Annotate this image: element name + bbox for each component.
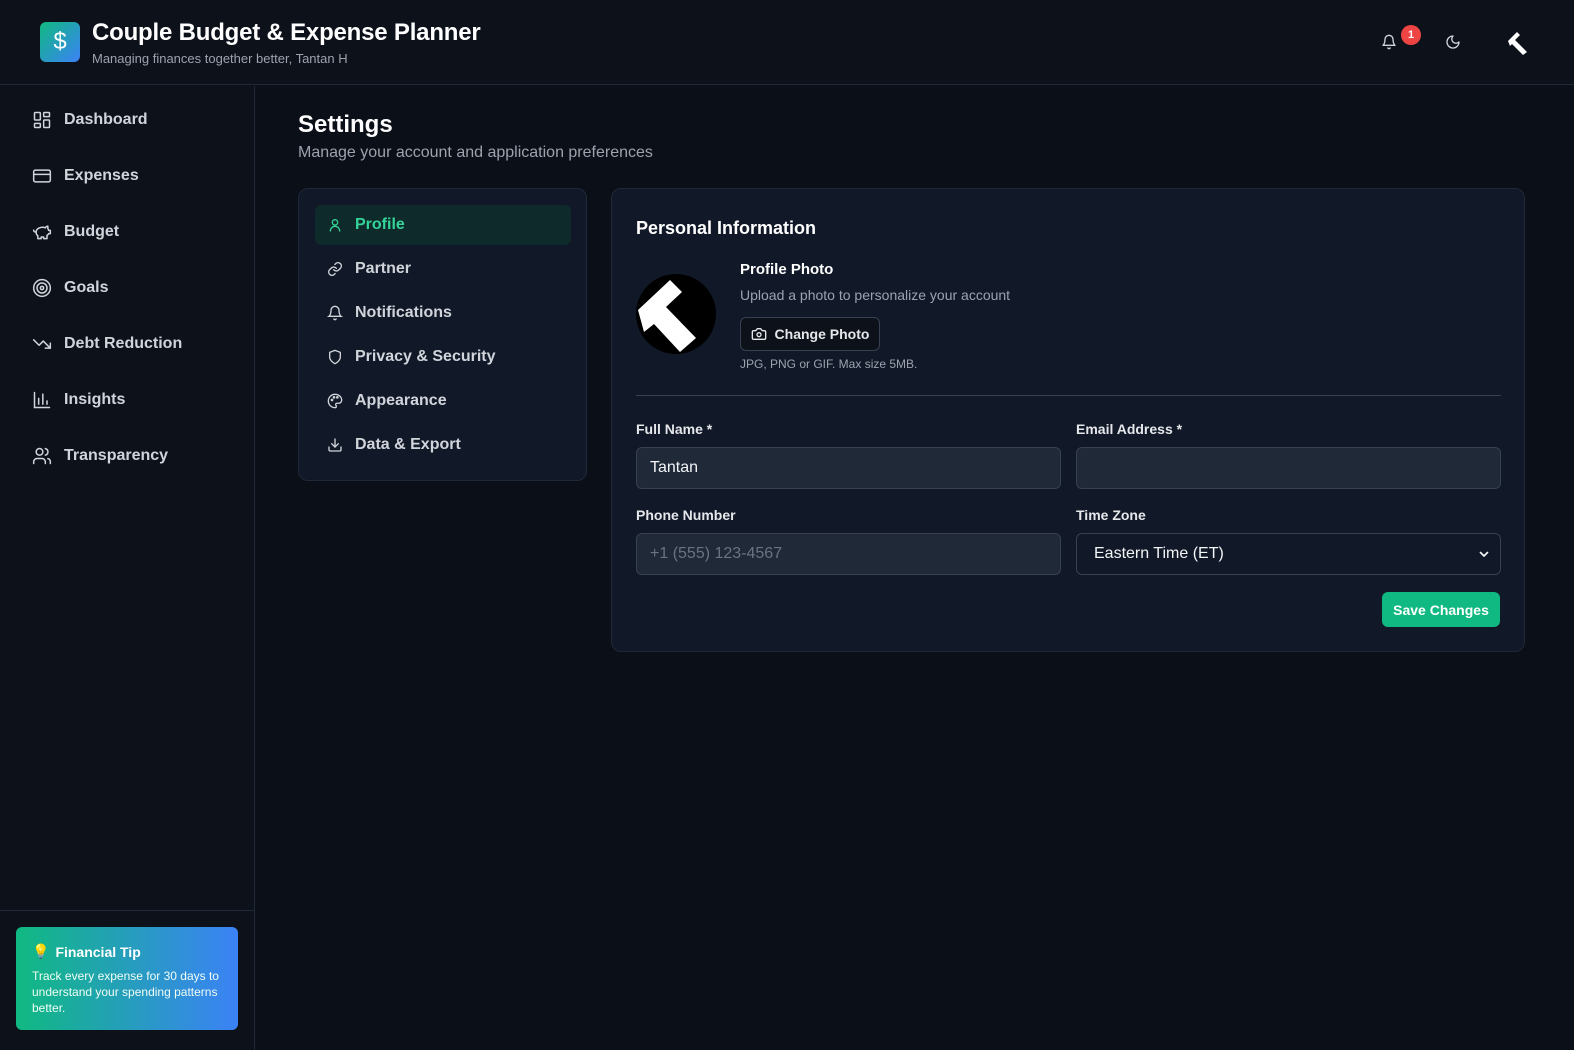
- tab-label: Appearance: [355, 392, 447, 409]
- page-subtitle: Manage your account and application pref…: [298, 144, 653, 161]
- users-icon: [32, 447, 52, 465]
- user-avatar[interactable]: [1505, 29, 1531, 55]
- notification-badge: 1: [1401, 25, 1421, 45]
- chevron-down-icon: [1479, 551, 1489, 557]
- save-changes-button[interactable]: Save Changes: [1382, 592, 1500, 627]
- palette-icon: [327, 393, 343, 409]
- photo-title: Profile Photo: [740, 261, 834, 278]
- app-subtitle: Managing finances together better, Tanta…: [92, 51, 348, 66]
- page-title: Settings: [298, 111, 393, 138]
- email-label: Email Address *: [1076, 421, 1183, 437]
- section-divider: [636, 395, 1501, 396]
- sidebar-divider: [0, 910, 254, 911]
- tab-appearance[interactable]: Appearance: [315, 381, 571, 421]
- moon-icon[interactable]: [1441, 30, 1465, 54]
- tab-label: Privacy & Security: [355, 348, 496, 365]
- user-icon: [329, 219, 341, 232]
- app-header: $ Couple Budget & Expense Planner Managi…: [0, 0, 1574, 85]
- tab-label: Partner: [355, 260, 412, 277]
- lightbulb-icon: 💡: [32, 943, 50, 959]
- trending-down-icon: [32, 339, 52, 349]
- download-icon: [328, 438, 342, 452]
- shield-icon: [329, 349, 341, 365]
- financial-tip-card: 💡 Financial Tip Track every expense for …: [16, 927, 238, 1030]
- sidebar-item-label: Debt Reduction: [64, 335, 183, 352]
- phone-field[interactable]: +1 (555) 123-4567: [636, 533, 1061, 575]
- change-photo-button[interactable]: Change Photo: [740, 317, 880, 351]
- sidebar-item-label: Budget: [64, 223, 120, 240]
- camera-icon: [751, 328, 766, 340]
- tab-privacy-security[interactable]: Privacy & Security: [315, 337, 571, 377]
- timezone-select[interactable]: Eastern Time (ET): [1076, 533, 1501, 575]
- sidebar-item-label: Transparency: [64, 447, 169, 464]
- sidebar-item-budget[interactable]: Budget: [32, 220, 119, 244]
- bell-icon[interactable]: [1377, 30, 1401, 54]
- tab-label: Notifications: [355, 304, 452, 321]
- sidebar: Dashboard Expenses Budget Goals Debt Red…: [0, 86, 255, 1050]
- tip-text: Track every expense for 30 days to under…: [32, 969, 219, 1015]
- email-field[interactable]: [1076, 447, 1501, 489]
- tab-data-export[interactable]: Data & Export: [315, 425, 571, 465]
- timezone-label: Time Zone: [1076, 507, 1146, 523]
- bell-icon: [327, 305, 343, 321]
- sidebar-item-label: Dashboard: [64, 111, 148, 128]
- credit-card-icon: [32, 169, 52, 183]
- sidebar-item-dashboard[interactable]: Dashboard: [32, 108, 148, 132]
- phone-label: Phone Number: [636, 507, 736, 523]
- logo-symbol: $: [53, 28, 67, 55]
- profile-panel: Personal Information Profile Photo Uploa…: [611, 188, 1525, 652]
- full-name-field[interactable]: Tantan: [636, 447, 1061, 489]
- app-title: Couple Budget & Expense Planner: [92, 19, 481, 46]
- sidebar-item-label: Expenses: [64, 167, 139, 184]
- dashboard-icon: [33, 111, 51, 129]
- full-name-label: Full Name *: [636, 421, 713, 437]
- tab-notifications[interactable]: Notifications: [315, 293, 571, 333]
- timezone-value: Eastern Time (ET): [1094, 545, 1224, 562]
- piggy-bank-icon: [32, 225, 52, 240]
- settings-nav: Profile Partner Notifications Privacy & …: [298, 188, 587, 481]
- tip-title-row: 💡 Financial Tip: [32, 943, 222, 960]
- tab-partner[interactable]: Partner: [315, 249, 571, 289]
- tab-label: Data & Export: [355, 436, 461, 453]
- tip-title: Financial Tip: [55, 943, 141, 960]
- tab-profile[interactable]: Profile: [315, 205, 571, 245]
- sidebar-item-goals[interactable]: Goals: [32, 276, 108, 300]
- sidebar-item-label: Goals: [64, 279, 109, 296]
- sidebar-item-debt-reduction[interactable]: Debt Reduction: [32, 332, 182, 356]
- section-title: Personal Information: [636, 218, 817, 238]
- target-icon: [32, 278, 52, 298]
- photo-hint: JPG, PNG or GIF. Max size 5MB.: [740, 357, 918, 371]
- sidebar-item-expenses[interactable]: Expenses: [32, 164, 139, 188]
- dollar-logo-icon: $: [40, 22, 80, 62]
- profile-photo: [636, 274, 716, 354]
- bar-chart-icon: [33, 391, 51, 409]
- link-icon: [328, 262, 342, 276]
- sidebar-item-label: Insights: [64, 391, 126, 408]
- change-photo-label: Change Photo: [774, 326, 870, 342]
- sidebar-item-transparency[interactable]: Transparency: [32, 444, 168, 468]
- tab-label: Profile: [355, 216, 405, 233]
- sidebar-item-insights[interactable]: Insights: [32, 388, 125, 412]
- photo-description: Upload a photo to personalize your accou…: [740, 287, 1011, 303]
